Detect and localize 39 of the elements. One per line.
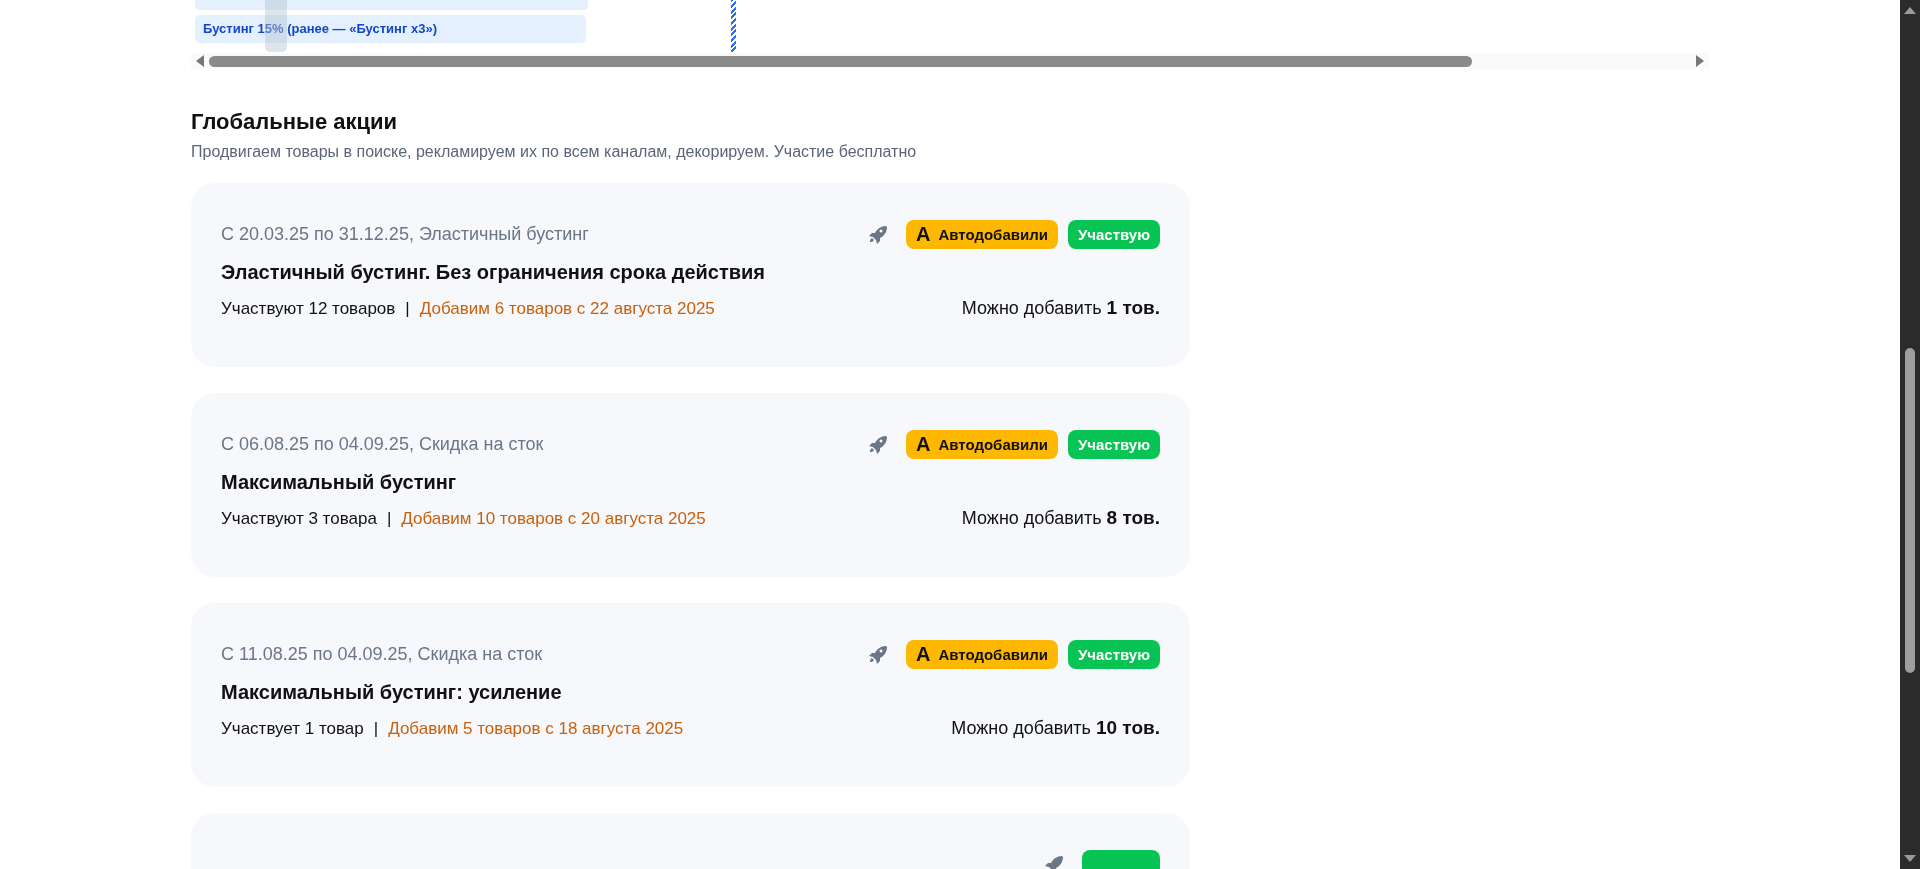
section-title: Глобальные акции [191, 109, 399, 135]
participants-count: Участвует 1 товар [221, 719, 364, 739]
promo-title: Эластичный бустинг. Без ограничения срока действия [221, 261, 766, 284]
horizontal-scrollbar[interactable] [191, 53, 1709, 69]
promo-title: Максимальный бустинг [221, 471, 458, 494]
scroll-up-icon[interactable] [1904, 6, 1916, 14]
participants-count: Участвуют 12 товаров [221, 299, 396, 319]
scroll-left-icon[interactable] [195, 55, 205, 67]
scroll-thumb[interactable] [1905, 348, 1915, 673]
separator: | [405, 299, 410, 319]
separator: | [386, 509, 392, 529]
status-badge: Участвую [1067, 219, 1160, 249]
promo-title: Максимальный бустинг: усиление [221, 681, 563, 704]
can-add-text: Можно добавить 1 тов. [961, 297, 1160, 319]
section-subtitle: Продвигаем товары в поиске, рекламируем их по всем каналам, декорируем. Участие бесплатно [191, 143, 918, 161]
promo-bar: Бустинг 15% (ранее — «Бустинг x3») [195, 15, 586, 43]
planned-addition: Добавим 5 товаров с 18 августа 2025 [388, 719, 684, 739]
separator: | [373, 719, 379, 739]
planned-addition: Добавим 6 товаров с 22 августа 2025 [419, 299, 715, 319]
can-add-text: Можно добавить 8 тов. [961, 507, 1160, 529]
status-badge: А Автодобавили [906, 639, 1058, 669]
can-add-text: Можно добавить 10 тов. [951, 717, 1160, 739]
status-badge: А Автодобавили [906, 219, 1058, 249]
scroll-right-icon[interactable] [1695, 55, 1705, 67]
participants-count: Участвуют 3 товара [221, 509, 377, 529]
timeline-marker [731, 0, 736, 52]
promo-card[interactable]: С 06.08.25 по 04.09.25, Скидка на сток А Автодобавили Участвую Максимальный бустинг Участвуют 3 товара | Добавим 10 товаров с 20 августа 2025 Можно добавить 8 тов. [191, 393, 1190, 577]
status-badge: Участвую [1067, 639, 1160, 669]
promo-period: С 11.08.25 по 04.09.25, Скидка на сток [221, 643, 543, 665]
promo-period: С 20.03.25 по 31.12.25, Эластичный бустинг [221, 223, 589, 245]
scroll-down-icon[interactable] [1904, 855, 1916, 863]
status-badge: Участвую [1067, 429, 1160, 459]
planned-addition: Добавим 10 товаров с 20 августа 2025 [401, 509, 706, 529]
promo-card[interactable]: С 11.08.25 по 04.09.25, Скидка на сток А Автодобавили Участвую Максимальный бустинг: усиление Участвует 1 товар | Добавим 5 товаров с 18 августа 2025 Можно добавить 10 тов. [191, 603, 1190, 787]
vertical-scrollbar[interactable] [1900, 0, 1920, 869]
promo-card[interactable]: С 20.03.25 по 31.12.25, Эластичный бустинг А Автодобавили Участвую Эластичный бустинг. Без ограничения срока действия Участвуют 12 товаров | Добавим 6 товаров с 22 августа 2025 Можно добавить 1 тов. [191, 183, 1190, 367]
status-badge: А Автодобавили [906, 429, 1058, 459]
scroll-thumb[interactable] [209, 55, 1472, 67]
promo-period: С 06.08.25 по 04.09.25, Скидка на сток [221, 433, 544, 455]
